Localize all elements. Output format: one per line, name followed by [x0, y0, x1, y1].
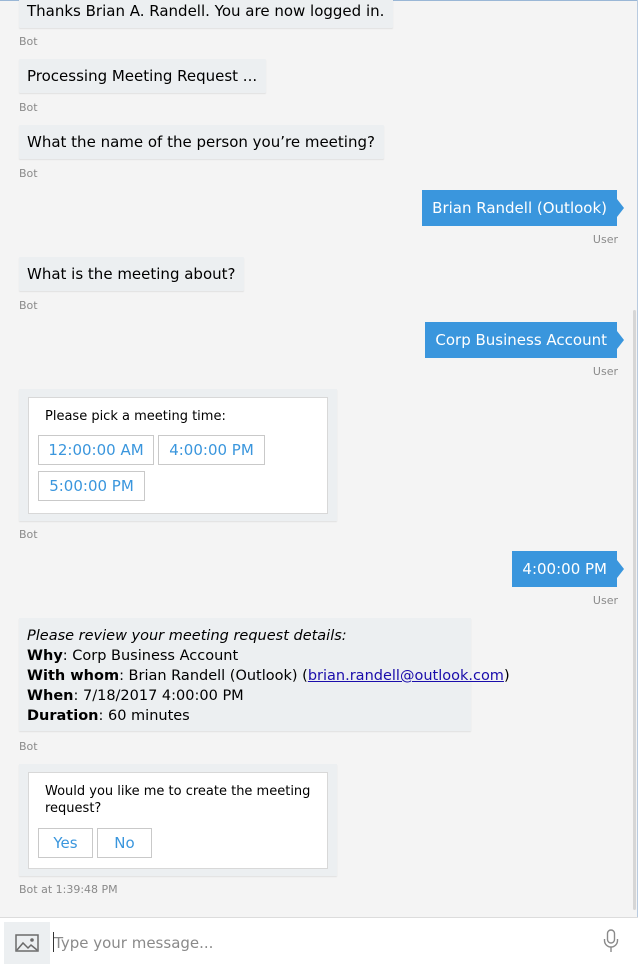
card-title: Would you like me to create the meeting … — [45, 784, 311, 816]
bot-message: What is the meeting about? — [19, 257, 245, 291]
review-duration: Duration: 60 minutes — [27, 706, 461, 726]
review-duration-value: : 60 minutes — [98, 708, 190, 724]
confirm-card: Would you like me to create the meeting … — [19, 764, 337, 876]
meeting-review-message: Please review your meeting request detai… — [19, 618, 510, 731]
review-with-label: With whom — [27, 668, 120, 684]
yes-button[interactable]: Yes — [38, 828, 93, 858]
review-duration-label: Duration — [27, 708, 99, 724]
time-option-button[interactable]: 4:00:00 PM — [158, 435, 265, 465]
message-sender: Bot — [19, 528, 38, 541]
review-why: Why: Corp Business Account — [27, 646, 461, 666]
review-lead: Please review your meeting request detai… — [27, 628, 347, 644]
message-text: Thanks Brian A. Randell. You are now log… — [27, 2, 385, 20]
message-sender: User — [592, 594, 618, 607]
message-sender: Bot — [19, 740, 38, 753]
image-upload-icon — [15, 934, 39, 952]
microphone-button[interactable] — [588, 918, 634, 964]
bot-message: Processing Meeting Request ... — [19, 59, 267, 93]
review-when-label: When — [27, 688, 74, 704]
review-when: When: 7/18/2017 4:00:00 PM — [27, 686, 461, 706]
bot-message: What the name of the person you’re meeti… — [19, 125, 384, 159]
meeting-time-card: Please pick a meeting time: 12:00:00 AM … — [19, 389, 337, 521]
microphone-icon — [603, 929, 619, 952]
message-text: Processing Meeting Request ... — [27, 67, 258, 85]
user-message: 4:00:00 PM — [512, 551, 624, 587]
review-with: With whom: Brian Randell (Outlook) (bria… — [27, 666, 510, 686]
message-text: 4:00:00 PM — [522, 560, 607, 578]
message-sender: Bot — [19, 101, 38, 114]
message-text: Brian Randell (Outlook) — [432, 199, 607, 217]
review-why-value: : Corp Business Account — [62, 648, 239, 664]
message-sender: Bot — [19, 35, 38, 48]
message-sender: User — [592, 233, 618, 246]
card-body: Please pick a meeting time: 12:00:00 AM … — [28, 397, 328, 514]
bubble-tail — [617, 560, 624, 578]
message-text: What is the meeting about? — [27, 265, 236, 283]
card-title: Please pick a meeting time: — [45, 409, 226, 424]
user-message: Corp Business Account — [425, 322, 624, 358]
time-option-button[interactable]: 12:00:00 AM — [38, 435, 154, 465]
review-why-label: Why — [27, 648, 63, 664]
image-upload-button[interactable] — [4, 922, 50, 964]
card-body: Would you like me to create the meeting … — [28, 772, 328, 869]
user-message: Brian Randell (Outlook) — [422, 190, 624, 226]
bot-message: Thanks Brian A. Randell. You are now log… — [19, 0, 394, 28]
message-text: Corp Business Account — [435, 331, 607, 349]
message-sender: Bot — [19, 299, 38, 312]
scrollbar[interactable] — [633, 310, 636, 910]
time-option-button[interactable]: 5:00:00 PM — [38, 471, 145, 501]
no-button[interactable]: No — [97, 828, 152, 858]
message-input[interactable] — [52, 930, 576, 956]
message-sender: Bot — [19, 167, 38, 180]
bubble-tail — [617, 199, 624, 217]
review-with-close: ) — [503, 668, 510, 684]
review-with-value: : Brian Randell (Outlook) ( — [119, 668, 308, 684]
text-caret — [53, 932, 54, 952]
email-link[interactable]: brian.randell@outlook.com — [308, 668, 504, 684]
message-timestamp: Bot at 1:39:48 PM — [19, 883, 118, 896]
message-input-bar — [0, 917, 638, 964]
message-sender: User — [592, 365, 618, 378]
bubble-tail — [617, 331, 624, 349]
review-when-value: : 7/18/2017 4:00:00 PM — [73, 688, 244, 704]
message-text: What the name of the person you’re meeti… — [27, 133, 375, 151]
